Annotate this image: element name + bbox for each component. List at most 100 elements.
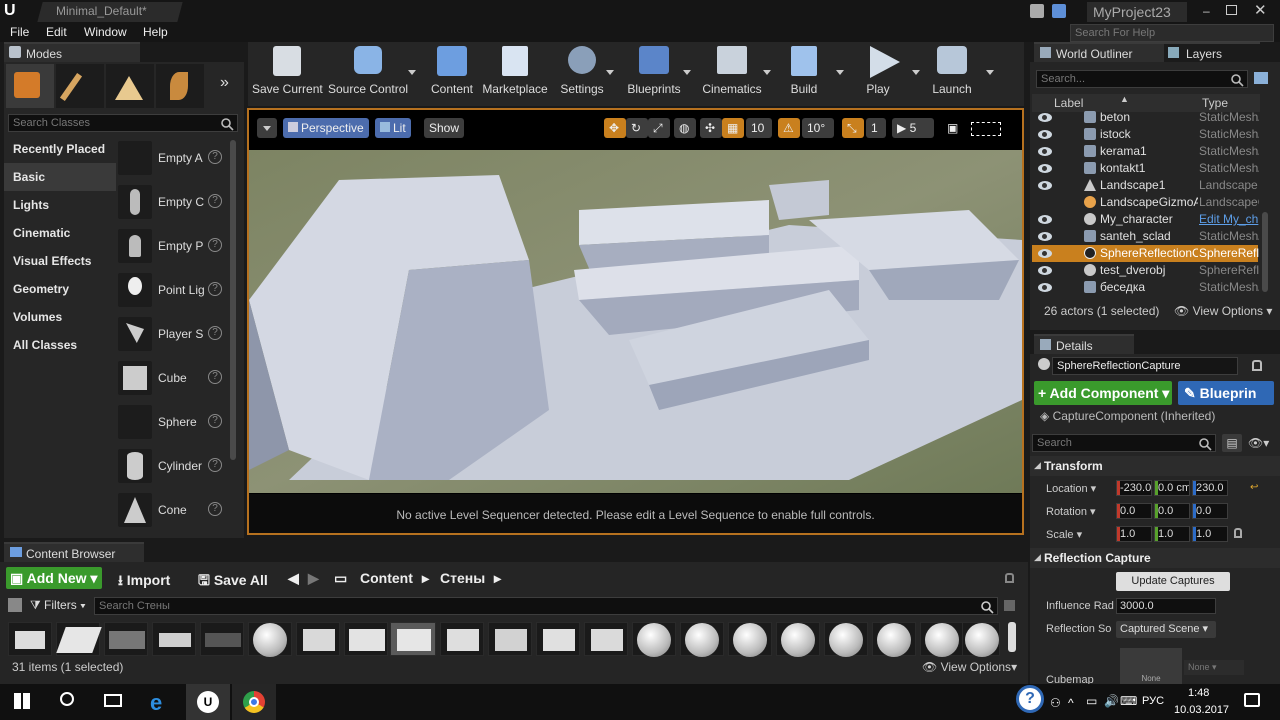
rotation-snap-toggle[interactable]: ⚠	[778, 118, 800, 138]
forward-button[interactable]: ▶	[308, 570, 319, 587]
reflection-source-dropdown[interactable]: Captured Scene ▾	[1116, 621, 1216, 638]
asset-tile[interactable]	[680, 622, 724, 657]
asset-tile[interactable]	[8, 622, 52, 656]
place-item-empty-character[interactable]: Empty C?	[114, 181, 230, 225]
asset-tile[interactable]	[824, 622, 868, 657]
create-folder-icon[interactable]	[1254, 72, 1268, 84]
asset-tile[interactable]	[728, 622, 772, 657]
surface-snap-button[interactable]: ✣	[700, 118, 722, 138]
category-lights[interactable]: Lights	[4, 191, 116, 219]
modes-scrollbar[interactable]	[230, 140, 236, 460]
component-row[interactable]: ◈ CaptureComponent (Inherited)	[1040, 409, 1215, 423]
camera-speed-button[interactable]: ▶ 5	[892, 118, 934, 138]
asset-tile[interactable]	[200, 622, 244, 656]
asset-tile[interactable]	[920, 622, 964, 657]
asset-tile[interactable]	[488, 622, 532, 656]
grid-snap-toggle[interactable]: ▦	[722, 118, 744, 138]
outliner-row-besedka[interactable]: беседка StaticMesh/	[1032, 279, 1259, 296]
viewport[interactable]: No active Level Sequencer detected. Plea…	[247, 108, 1024, 535]
save-current-button[interactable]: Save Current	[252, 44, 323, 106]
cinematics-button[interactable]: Cinematics	[700, 44, 764, 106]
breadcrumb-content[interactable]: Content	[360, 570, 413, 586]
minimize-button[interactable]: –	[1203, 4, 1217, 18]
back-button[interactable]: ◀	[288, 570, 299, 587]
asset-tile[interactable]	[56, 622, 102, 656]
asset-tile[interactable]	[776, 622, 820, 657]
blueprints-button[interactable]: Blueprints	[624, 44, 684, 106]
clock-date[interactable]: 10.03.2017	[1174, 704, 1229, 716]
eye-icon[interactable]	[1038, 249, 1052, 258]
maximize-button[interactable]	[1226, 5, 1237, 15]
scale-x-field[interactable]: 1.0	[1116, 526, 1152, 542]
column-label[interactable]: Label	[1054, 96, 1083, 110]
place-item-sphere[interactable]: Sphere?	[114, 401, 230, 445]
grid-snap-value[interactable]: 10	[746, 118, 772, 138]
scale-z-field[interactable]: 1.0	[1192, 526, 1228, 542]
show-button[interactable]: Show	[424, 118, 465, 138]
rotation-label[interactable]: Rotation ▾	[1046, 505, 1096, 518]
location-x-field[interactable]: -230.0	[1116, 480, 1152, 496]
menu-help[interactable]: Help	[143, 25, 168, 39]
maximize-viewport-button[interactable]: ▣	[942, 118, 962, 138]
reflection-capture-section-header[interactable]: Reflection Capture	[1030, 548, 1280, 568]
scale-snap-value[interactable]: 1	[866, 118, 886, 138]
rotation-x-field[interactable]: 0.0	[1116, 503, 1152, 519]
reset-to-default-icon[interactable]: ↩	[1250, 482, 1258, 493]
category-cinematic[interactable]: Cinematic	[4, 219, 116, 247]
outliner-row-beton[interactable]: beton StaticMesh/	[1032, 109, 1259, 126]
scale-snap-toggle[interactable]: ⤡	[842, 118, 864, 138]
menu-window[interactable]: Window	[84, 25, 127, 39]
asset-tile[interactable]	[584, 622, 628, 656]
build-button[interactable]: Build	[782, 44, 826, 106]
asset-tile[interactable]	[248, 622, 292, 657]
tab-modes[interactable]: Modes	[4, 42, 140, 62]
breadcrumb-steny[interactable]: Стены	[440, 570, 485, 586]
scale-lock-icon[interactable]	[1234, 528, 1242, 538]
lit-button[interactable]: Lit	[375, 118, 411, 138]
chrome-icon[interactable]	[232, 684, 276, 720]
help-icon[interactable]: ?	[208, 370, 222, 384]
help-icon[interactable]: ?	[208, 414, 222, 428]
cubemap-dropdown[interactable]: None ▾	[1184, 660, 1244, 675]
network-icon[interactable]: ▭	[1086, 694, 1097, 708]
outliner-row-landscape-gizmo[interactable]: LandscapeGizmoAcLandscapeG	[1032, 194, 1259, 211]
foliage-mode-icon[interactable]	[156, 64, 204, 108]
help-icon[interactable]: ?	[208, 150, 222, 164]
blueprint-button[interactable]: ✎ Blueprin	[1178, 381, 1274, 405]
help-icon[interactable]: ?	[208, 194, 222, 208]
outliner-row-kontakt1[interactable]: kontakt1 StaticMesh/	[1032, 160, 1259, 177]
unreal-taskbar-icon[interactable]: U	[186, 684, 230, 720]
place-item-player-start[interactable]: Player S?	[114, 313, 230, 357]
asset-tile-selected[interactable]	[390, 622, 436, 656]
search-classes-input[interactable]: Search Classes	[8, 114, 238, 132]
notification-icon[interactable]	[1030, 4, 1044, 18]
place-item-empty-actor[interactable]: Empty A?	[114, 137, 230, 181]
outliner-row-my-character[interactable]: My_character Edit My_ch	[1032, 211, 1258, 228]
scale-label[interactable]: Scale ▾	[1046, 528, 1082, 541]
location-label[interactable]: Location ▾	[1046, 482, 1096, 495]
content-lock-icon[interactable]	[1005, 573, 1014, 583]
place-item-cylinder[interactable]: Cylinder?	[114, 445, 230, 489]
scale-tool-button[interactable]: ⤢	[648, 118, 670, 138]
rotation-y-field[interactable]: 0.0	[1154, 503, 1190, 519]
place-item-cube[interactable]: Cube?	[114, 357, 230, 401]
asset-tile[interactable]	[632, 622, 676, 657]
rotate-tool-button[interactable]: ↻	[626, 118, 648, 138]
play-button[interactable]: Play	[856, 44, 900, 106]
rotation-snap-value[interactable]: 10°	[802, 118, 834, 138]
keyboard-icon[interactable]: ⌨	[1120, 694, 1137, 708]
location-y-field[interactable]: 0.0 cm	[1154, 480, 1190, 496]
tab-world-outliner[interactable]: World Outliner	[1034, 42, 1164, 62]
influence-radius-field[interactable]: 3000.0	[1116, 598, 1216, 614]
column-type[interactable]: Type	[1202, 96, 1228, 110]
help-icon[interactable]: ?	[208, 282, 222, 296]
content-scrollbar[interactable]	[1008, 622, 1016, 652]
details-search-input[interactable]: Search	[1032, 434, 1216, 452]
help-icon[interactable]: ?	[208, 502, 222, 516]
category-visual-effects[interactable]: Visual Effects	[4, 247, 116, 275]
asset-tile[interactable]	[962, 622, 1000, 657]
outliner-search-input[interactable]: Search...	[1036, 70, 1248, 88]
help-icon[interactable]: ?	[208, 238, 222, 252]
eye-icon[interactable]	[1038, 147, 1052, 156]
clock-time[interactable]: 1:48	[1188, 687, 1209, 699]
